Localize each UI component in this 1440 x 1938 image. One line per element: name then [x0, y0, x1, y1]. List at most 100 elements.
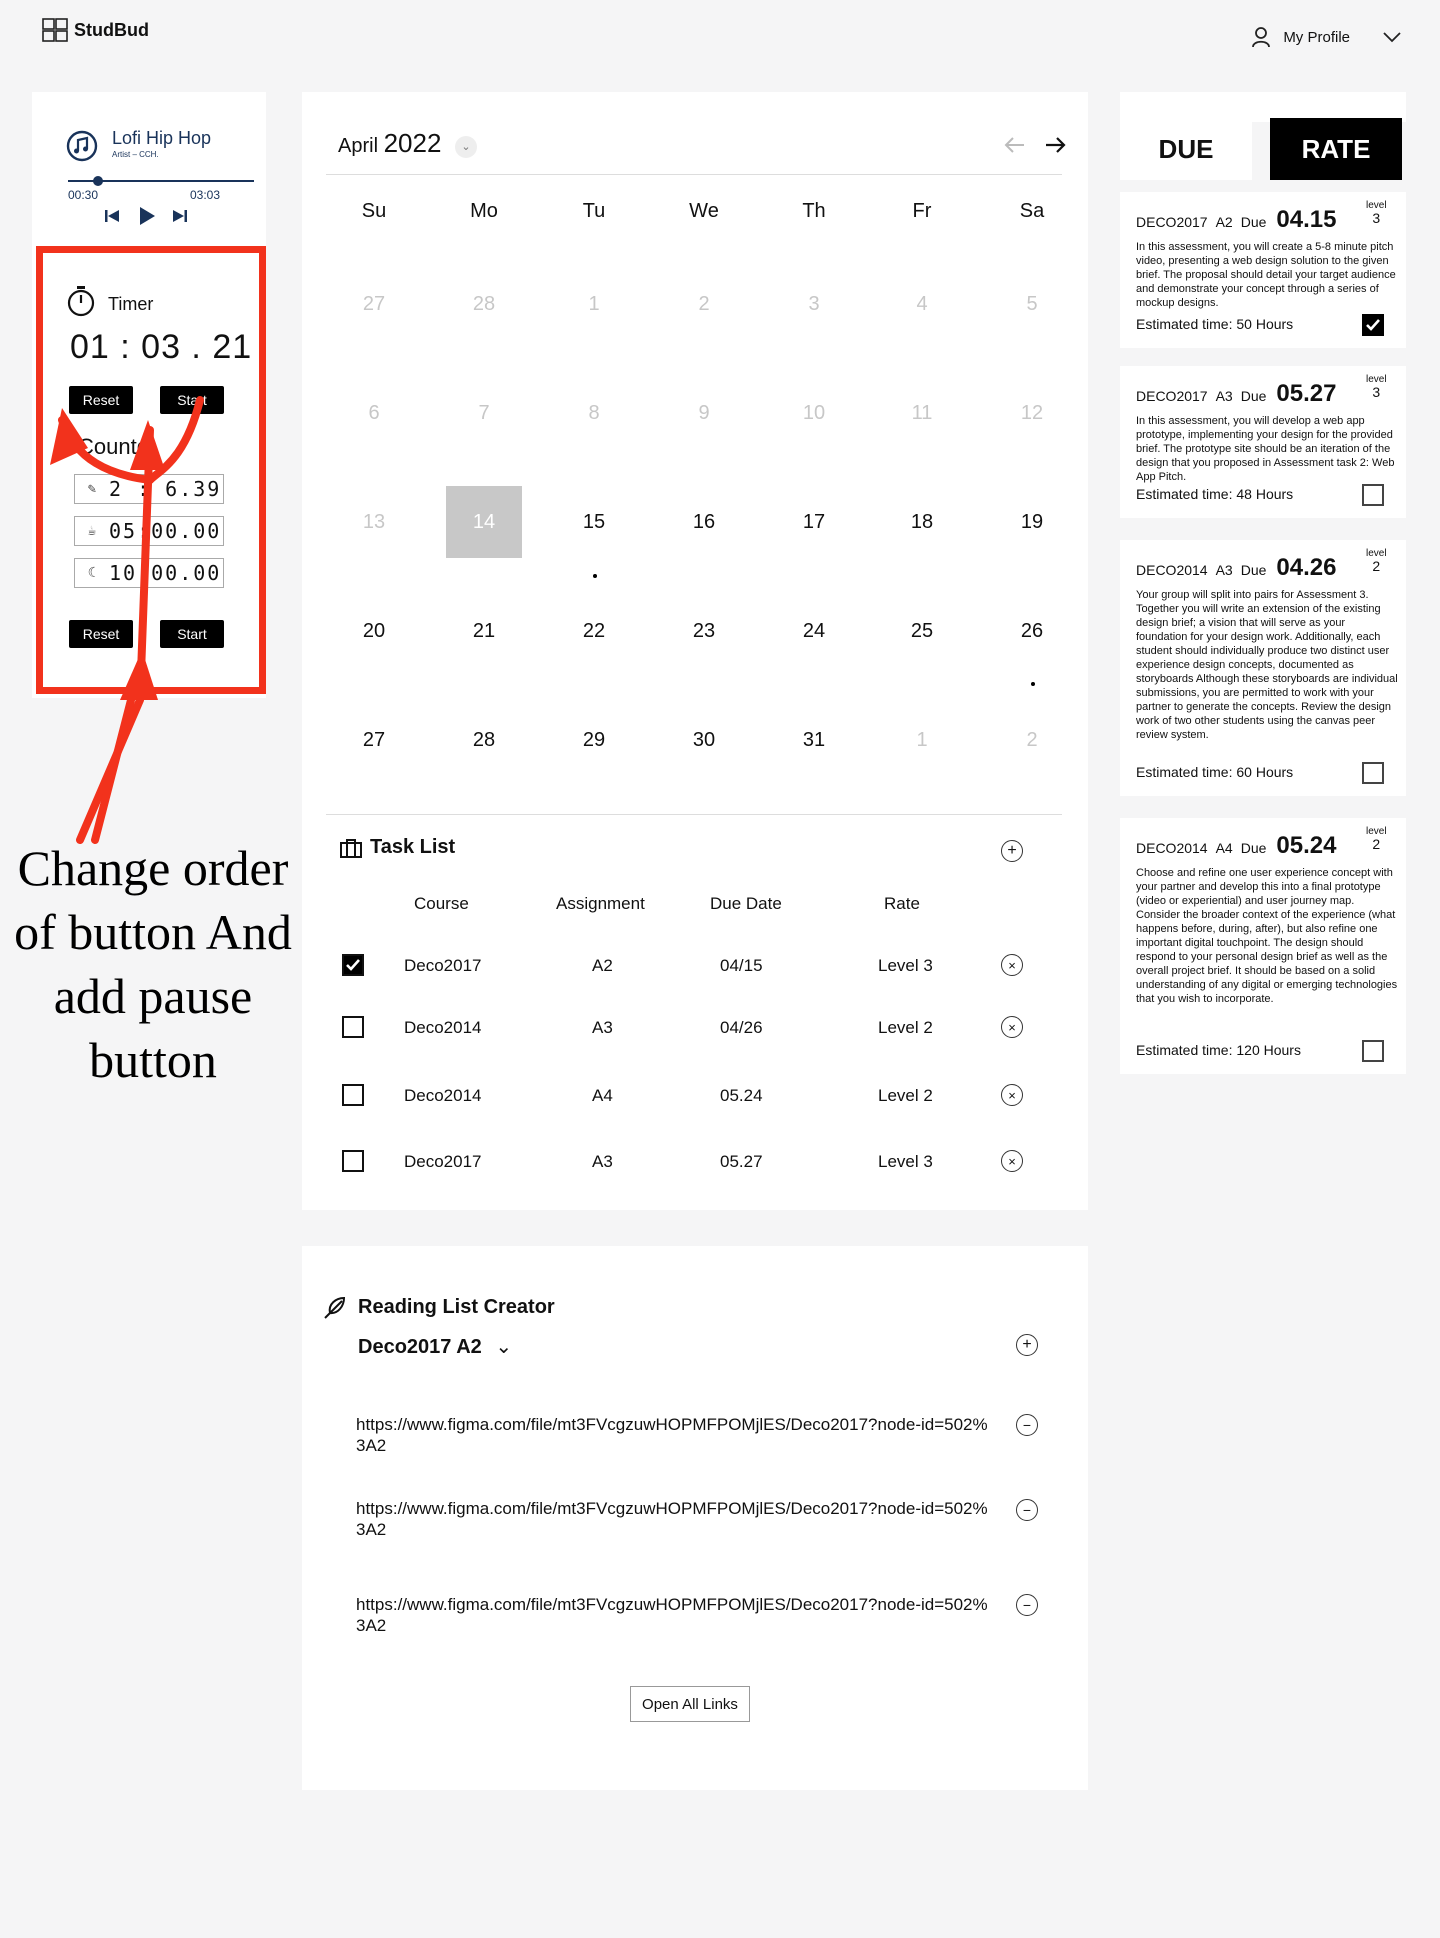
card-due-date: 04.15: [1276, 206, 1337, 233]
task-course: Deco2014: [404, 1018, 482, 1037]
calendar-day[interactable]: 2: [666, 268, 742, 340]
calendar-day[interactable]: 26: [994, 595, 1070, 667]
calendar-day[interactable]: 23: [666, 595, 742, 667]
reading-link-1[interactable]: https://www.figma.com/file/mt3FVcgzuwHOP…: [356, 1414, 996, 1456]
selected-course: Deco2017 A2: [358, 1336, 482, 1358]
card-level: level 3: [1366, 200, 1387, 225]
task-list-title: Task List: [340, 836, 455, 859]
calendar-day[interactable]: 11: [884, 377, 960, 449]
calendar-day[interactable]: 13: [336, 486, 412, 558]
calendar-day[interactable]: 27: [336, 268, 412, 340]
assignment-card[interactable]: DECO2017 A2 Due 04.15 level 3 In this assessme…: [1120, 192, 1406, 348]
briefcase-icon: [340, 838, 362, 858]
card-level-value: 3: [1372, 384, 1381, 400]
assignment-card[interactable]: DECO2014 A3 Due 04.26 level 2 Your group will …: [1120, 540, 1406, 796]
annotation-arrows: [50, 396, 204, 844]
calendar-day[interactable]: 24: [776, 595, 852, 667]
calendar-day[interactable]: 25: [884, 595, 960, 667]
calendar-day[interactable]: 1: [884, 704, 960, 776]
calendar-day[interactable]: 16: [666, 486, 742, 558]
weekday-label: Fr: [912, 200, 932, 222]
card-level-value: 2: [1372, 836, 1381, 852]
remove-task-icon[interactable]: ×: [1001, 1016, 1023, 1038]
calendar-day[interactable]: 8: [556, 377, 632, 449]
chevron-down-icon[interactable]: [1382, 31, 1402, 43]
remove-link-icon[interactable]: −: [1016, 1594, 1038, 1616]
add-link-icon[interactable]: +: [1016, 1334, 1038, 1356]
card-assignment: A3: [1215, 562, 1233, 578]
card-course: DECO2017: [1136, 388, 1208, 404]
task-due: 04/15: [720, 956, 763, 975]
reading-list-title: Reading List Creator: [358, 1296, 555, 1318]
calendar-day[interactable]: 19: [994, 486, 1070, 558]
card-due-label: Due: [1240, 214, 1267, 230]
task-course: Deco2017: [404, 956, 482, 975]
prev-month-icon[interactable]: [1004, 136, 1026, 154]
card-estimate: Estimated time: 48 Hours: [1136, 486, 1294, 502]
assignment-card[interactable]: DECO2014 A4 Due 05.24 level 2 Choose and refin…: [1120, 818, 1406, 1074]
card-assignment: A4: [1215, 840, 1233, 856]
calendar-day[interactable]: 14: [446, 486, 522, 558]
reading-link-3[interactable]: https://www.figma.com/file/mt3FVcgzuwHOP…: [356, 1594, 996, 1636]
tab-due[interactable]: DUE: [1120, 118, 1252, 180]
calendar-day[interactable]: 27: [336, 704, 412, 776]
task-checkbox[interactable]: [342, 1084, 364, 1106]
next-month-icon[interactable]: [1044, 136, 1066, 154]
task-course: Deco2017: [404, 1152, 482, 1171]
calendar-day[interactable]: 21: [446, 595, 522, 667]
profile-menu[interactable]: My Profile: [1251, 26, 1402, 48]
open-all-links-button[interactable]: Open All Links: [630, 1686, 750, 1722]
remove-task-icon[interactable]: ×: [1001, 954, 1023, 976]
remove-link-icon[interactable]: −: [1016, 1414, 1038, 1436]
calendar-day[interactable]: 22: [556, 595, 632, 667]
remove-task-icon[interactable]: ×: [1001, 1084, 1023, 1106]
calendar-day[interactable]: 3: [776, 268, 852, 340]
calendar-day[interactable]: 12: [994, 377, 1070, 449]
add-task-icon[interactable]: +: [1001, 840, 1023, 862]
chevron-down-icon[interactable]: ⌄: [495, 1336, 512, 1358]
calendar-day[interactable]: 4: [884, 268, 960, 340]
card-checkbox[interactable]: [1362, 762, 1384, 784]
weekday-label: Sa: [1019, 200, 1045, 222]
card-level: level 2: [1366, 548, 1387, 573]
calendar-day[interactable]: 5: [994, 268, 1070, 340]
calendar-day[interactable]: 6: [336, 377, 412, 449]
calendar-day[interactable]: 20: [336, 595, 412, 667]
calendar-day[interactable]: 17: [776, 486, 852, 558]
card-checkbox[interactable]: [1362, 314, 1384, 336]
card-assignment: A2: [1215, 214, 1233, 230]
task-assignment: A3: [592, 1018, 613, 1037]
assignment-card[interactable]: DECO2017 A3 Due 05.27 level 3 In this assessme…: [1120, 366, 1406, 518]
calendar-day[interactable]: 30: [666, 704, 742, 776]
task-checkbox[interactable]: [342, 954, 364, 976]
course-selector[interactable]: Deco2017 A2 ⌄: [358, 1334, 512, 1359]
month-selector[interactable]: April 2022 ⌄: [338, 128, 477, 159]
task-due: 05.24: [720, 1086, 763, 1105]
calendar-day[interactable]: 28: [446, 704, 522, 776]
reading-link-2[interactable]: https://www.figma.com/file/mt3FVcgzuwHOP…: [356, 1498, 996, 1540]
chevron-down-icon[interactable]: ⌄: [454, 135, 477, 158]
check-icon: [1366, 319, 1380, 331]
calendar-day[interactable]: 29: [556, 704, 632, 776]
task-checkbox[interactable]: [342, 1150, 364, 1172]
calendar-day[interactable]: 2: [994, 704, 1070, 776]
calendar-day[interactable]: 15: [556, 486, 632, 558]
card-checkbox[interactable]: [1362, 484, 1384, 506]
remove-link-icon[interactable]: −: [1016, 1499, 1038, 1521]
task-assignment: A4: [592, 1086, 613, 1105]
calendar-day[interactable]: 10: [776, 377, 852, 449]
task-checkbox[interactable]: [342, 1016, 364, 1038]
calendar-day[interactable]: 1: [556, 268, 632, 340]
calendar-day[interactable]: 28: [446, 268, 522, 340]
card-header: DECO2017 A2 Due 04.15: [1136, 206, 1396, 234]
calendar-day[interactable]: 9: [666, 377, 742, 449]
remove-task-icon[interactable]: ×: [1001, 1150, 1023, 1172]
month-label: April: [338, 135, 379, 157]
tab-rate[interactable]: RATE: [1270, 118, 1402, 180]
card-description: In this assessment, you will develop a w…: [1136, 415, 1395, 483]
card-due-date: 05.27: [1276, 380, 1337, 407]
calendar-day[interactable]: 18: [884, 486, 960, 558]
calendar-day[interactable]: 31: [776, 704, 852, 776]
calendar-day[interactable]: 7: [446, 377, 522, 449]
card-checkbox[interactable]: [1362, 1040, 1384, 1062]
